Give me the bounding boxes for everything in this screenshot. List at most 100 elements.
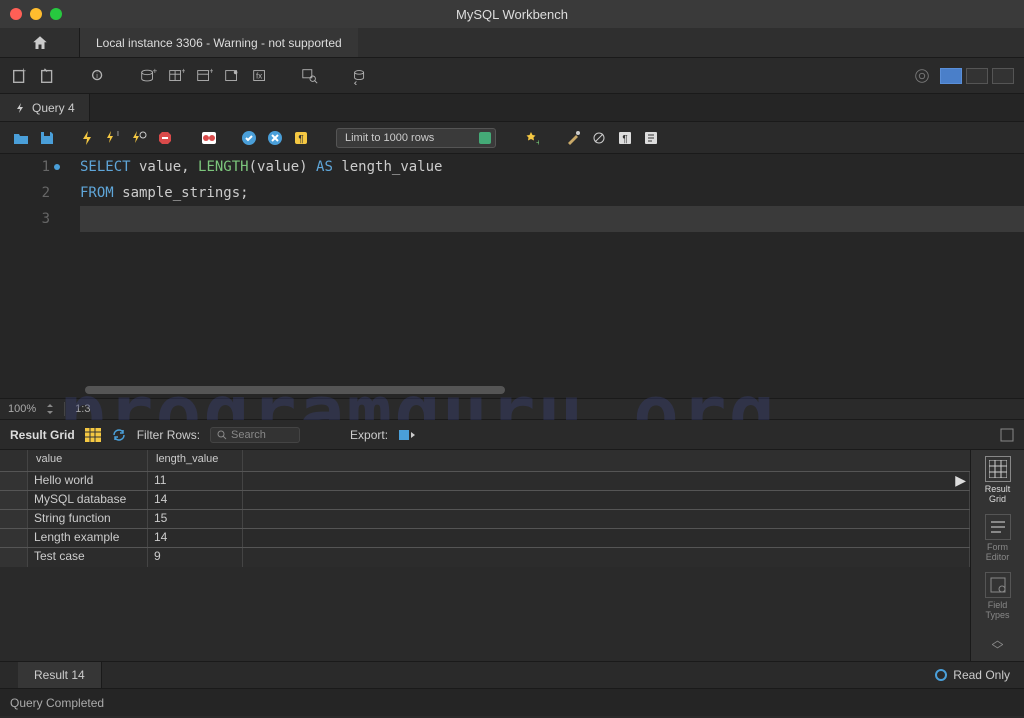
svg-text:¶: ¶ <box>298 134 303 145</box>
code-area[interactable]: SELECT value, LENGTH(value) AS length_va… <box>60 154 1024 398</box>
wrap-cell-icon[interactable] <box>1000 428 1014 442</box>
read-only-icon <box>935 669 947 681</box>
export-label: Export: <box>350 428 388 442</box>
table-row[interactable]: MySQL database14 <box>0 491 970 510</box>
reconnect-button[interactable] <box>350 66 370 86</box>
cell-value[interactable]: Length example <box>28 529 148 547</box>
toggle-autocommit-button[interactable] <box>200 129 218 147</box>
create-table-button[interactable]: + <box>166 66 186 86</box>
toggle-whitespace-button[interactable]: ¶ <box>292 129 310 147</box>
editor-status-bar: 100% 1:3 <box>0 398 1024 420</box>
find-button[interactable] <box>564 129 582 147</box>
cell-length[interactable]: 14 <box>148 529 243 547</box>
sql-toolbar: I ¶ Limit to 1000 rows + ¶ <box>0 122 1024 154</box>
read-only-indicator: Read Only <box>921 662 1024 688</box>
connection-tab[interactable]: Local instance 3306 - Warning - not supp… <box>80 28 358 57</box>
cell-length[interactable]: 14 <box>148 491 243 509</box>
cell-length[interactable]: 9 <box>148 548 243 567</box>
toggle-right-panel-button[interactable] <box>992 68 1014 84</box>
cell-value[interactable]: Test case <box>28 548 148 567</box>
home-icon <box>31 34 49 52</box>
wrap-button[interactable]: ¶ <box>616 129 634 147</box>
refresh-icon[interactable] <box>111 428 127 442</box>
editor-horizontal-scrollbar[interactable] <box>85 386 505 394</box>
filter-rows-input[interactable]: Search <box>210 427 300 443</box>
line-gutter: 1 2 3 <box>0 154 60 398</box>
beautify-button[interactable]: + <box>522 129 540 147</box>
form-editor-view-button[interactable]: Form Editor <box>985 514 1011 562</box>
zoom-level[interactable]: 100% <box>8 403 36 415</box>
row-handle[interactable] <box>0 548 28 567</box>
row-handle[interactable] <box>0 472 28 490</box>
svg-text:I: I <box>117 131 119 138</box>
open-file-button[interactable] <box>12 129 30 147</box>
form-view-icon <box>985 514 1011 540</box>
results-area: value length_value Hello world11MySQL da… <box>0 450 1024 661</box>
grid-icon[interactable] <box>85 428 101 442</box>
sql-editor[interactable]: 1 2 3 SELECT value, LENGTH(value) AS len… <box>0 154 1024 398</box>
titlebar: MySQL Workbench <box>0 0 1024 28</box>
filter-rows-label: Filter Rows: <box>137 428 200 442</box>
settings-button[interactable] <box>912 66 932 86</box>
svg-text:+: + <box>209 67 213 75</box>
row-handle[interactable] <box>0 510 28 528</box>
status-bar: Query Completed <box>0 689 1024 716</box>
svg-text:i: i <box>96 70 98 79</box>
field-types-icon <box>985 572 1011 598</box>
toggle-invisible-button[interactable] <box>590 129 608 147</box>
panel-toggle-group <box>940 68 1014 84</box>
result-grid-label: Result Grid <box>10 428 75 442</box>
svg-text:+: + <box>181 67 185 75</box>
col-header-value[interactable]: value <box>28 450 148 471</box>
new-sql-tab-button[interactable]: + <box>10 66 30 86</box>
grid-header: value length_value <box>0 450 970 472</box>
create-procedure-button[interactable] <box>222 66 242 86</box>
side-panel-scroll-arrows[interactable]: ︿﹀ <box>991 635 1003 655</box>
col-header-length[interactable]: length_value <box>148 450 243 471</box>
search-table-button[interactable] <box>300 66 320 86</box>
create-function-button[interactable]: fx <box>250 66 270 86</box>
table-row[interactable]: String function15 <box>0 510 970 529</box>
limit-rows-select[interactable]: Limit to 1000 rows <box>336 128 496 148</box>
explain-button[interactable] <box>130 129 148 147</box>
table-row[interactable]: Hello world11 <box>0 472 970 491</box>
execute-current-button[interactable]: I <box>104 129 122 147</box>
cell-value[interactable]: Hello world <box>28 472 148 490</box>
result-grid-view-button[interactable]: Result Grid <box>985 456 1011 504</box>
row-handle[interactable] <box>0 491 28 509</box>
open-sql-file-button[interactable] <box>38 66 58 86</box>
table-row[interactable]: Length example14 <box>0 529 970 548</box>
commit-button[interactable] <box>240 129 258 147</box>
window-title: MySQL Workbench <box>0 7 1024 22</box>
toggle-bottom-panel-button[interactable] <box>966 68 988 84</box>
field-types-view-button[interactable]: Field Types <box>985 572 1011 620</box>
create-view-button[interactable]: + <box>194 66 214 86</box>
row-handle[interactable] <box>0 529 28 547</box>
expand-arrow-icon[interactable]: ▶ <box>955 472 966 489</box>
svg-text:+: + <box>21 67 26 76</box>
cell-value[interactable]: String function <box>28 510 148 528</box>
rollback-button[interactable] <box>266 129 284 147</box>
result-toolbar: Result Grid Filter Rows: Search Export: <box>0 420 1024 450</box>
snippets-button[interactable] <box>642 129 660 147</box>
result-grid[interactable]: value length_value Hello world11MySQL da… <box>0 450 970 661</box>
result-tab[interactable]: Result 14 <box>18 662 102 688</box>
create-schema-button[interactable]: + <box>138 66 158 86</box>
inspector-button[interactable]: i <box>88 66 108 86</box>
query-tab[interactable]: Query 4 <box>0 94 90 121</box>
cell-length[interactable]: 15 <box>148 510 243 528</box>
table-row[interactable]: Test case9 <box>0 548 970 567</box>
stop-button[interactable] <box>156 129 174 147</box>
cell-value[interactable]: MySQL database <box>28 491 148 509</box>
query-tabs: Query 4 <box>0 94 1024 122</box>
save-file-button[interactable] <box>38 129 56 147</box>
toggle-left-panel-button[interactable] <box>940 68 962 84</box>
read-only-label: Read Only <box>953 668 1010 682</box>
zoom-stepper-icon[interactable] <box>46 404 54 414</box>
cell-length[interactable]: 11 <box>148 472 243 490</box>
svg-text:+: + <box>536 138 539 146</box>
execute-button[interactable] <box>78 129 96 147</box>
home-tab[interactable] <box>0 28 80 57</box>
svg-text:+: + <box>153 67 158 75</box>
export-icon[interactable] <box>398 427 416 443</box>
